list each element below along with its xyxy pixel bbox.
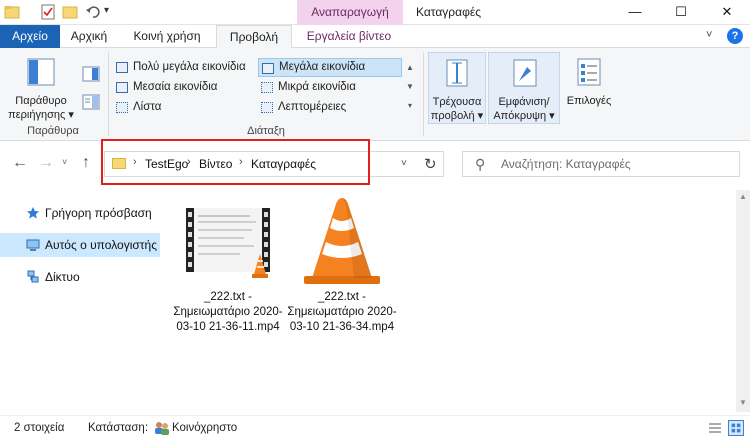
close-button[interactable]: ✕ bbox=[704, 0, 750, 25]
medium-icons-icon bbox=[116, 82, 128, 93]
layout-item-label: Μικρά εικονίδια bbox=[278, 81, 356, 93]
show-hide-label: Εμφάνιση/ Απόκρυψη ▾ bbox=[493, 96, 555, 122]
layout-small-icons[interactable]: Μικρά εικονίδια bbox=[258, 78, 402, 97]
ribbon: Παράθυρο περιήγησης ▾ Παράθυρα Πολύ μεγά… bbox=[0, 48, 750, 141]
scroll-down-icon[interactable]: ▼ bbox=[739, 398, 747, 407]
ribbon-collapse-icon[interactable]: ˅ bbox=[706, 29, 712, 41]
status-bar: 2 στοιχεία Κατάσταση: Κοινόχρηστο bbox=[0, 415, 750, 440]
annotation-highlight-box bbox=[101, 139, 370, 185]
vertical-scrollbar[interactable]: ▲ ▼ bbox=[736, 190, 750, 412]
folder-icon[interactable] bbox=[4, 4, 20, 20]
file-list: _222.txt - Σημειωματάριο 2020-03-10 21-3… bbox=[160, 190, 735, 412]
nav-item-label: Δίκτυο bbox=[45, 270, 80, 284]
navigation-pane: Γρήγορη πρόσβαση Αυτός ο υπολογιστής Δίκ… bbox=[0, 190, 160, 412]
nav-item-label: Αυτός ο υπολογιστής bbox=[45, 238, 157, 252]
refresh-icon[interactable]: ↻ bbox=[424, 155, 437, 173]
layout-item-label: Μεσαία εικονίδια bbox=[133, 81, 218, 93]
layout-gallery-scroll[interactable]: ▲ ▼ ▾ bbox=[403, 58, 417, 118]
navigation-pane-label: Παράθυρο περιήγησης ▾ bbox=[8, 95, 74, 121]
layout-large-icons[interactable]: Μεγάλα εικονίδια bbox=[258, 58, 402, 77]
nav-item-this-pc[interactable]: Αυτός ο υπολογιστής bbox=[0, 233, 160, 257]
tab-view[interactable]: Προβολή bbox=[216, 25, 292, 49]
ribbon-separator bbox=[423, 52, 424, 136]
layout-item-label: Λεπτομέρειες bbox=[278, 101, 347, 113]
search-placeholder: Αναζήτηση: Καταγραφές bbox=[501, 157, 631, 171]
tab-file[interactable]: Αρχείο bbox=[0, 25, 60, 48]
video-thumbnail-icon bbox=[186, 208, 270, 278]
layout-item-label: Μεγάλα εικονίδια bbox=[279, 61, 366, 73]
current-view-button[interactable]: Τρέχουσα προβολή ▾ bbox=[428, 52, 486, 124]
options-icon bbox=[577, 58, 601, 86]
ribbon-separator bbox=[108, 52, 109, 136]
group-label-panes: Παράθυρα bbox=[27, 125, 79, 137]
layout-gallery: Πολύ μεγάλα εικονίδια Μεγάλα εικονίδια Μ… bbox=[113, 58, 419, 118]
address-dropdown-icon[interactable]: ˅ bbox=[401, 158, 407, 169]
layout-item-label: Λίστα bbox=[133, 101, 162, 113]
details-icon bbox=[261, 102, 273, 113]
current-view-label: Τρέχουσα προβολή ▾ bbox=[430, 96, 484, 122]
state-label: Κατάσταση: bbox=[88, 422, 149, 434]
item-count: 2 στοιχεία bbox=[14, 422, 65, 434]
vlc-cone-icon bbox=[304, 198, 380, 284]
help-icon[interactable]: ? bbox=[727, 28, 743, 44]
star-icon bbox=[27, 207, 39, 219]
file-item[interactable]: _222.txt - Σημειωματάριο 2020-03-10 21-3… bbox=[286, 190, 398, 360]
nav-item-quick-access[interactable]: Γρήγορη πρόσβαση bbox=[0, 201, 160, 225]
scroll-down-icon[interactable]: ▼ bbox=[403, 77, 417, 96]
properties-icon[interactable] bbox=[40, 4, 56, 20]
back-button[interactable]: ← bbox=[12, 154, 28, 172]
file-item[interactable]: _222.txt - Σημειωματάριο 2020-03-10 21-3… bbox=[172, 190, 284, 360]
scroll-up-icon[interactable]: ▲ bbox=[403, 58, 417, 77]
new-folder-icon[interactable] bbox=[62, 4, 78, 20]
extra-large-icons-icon bbox=[116, 62, 128, 73]
search-box[interactable]: ⚲ Αναζήτηση: Καταγραφές bbox=[462, 151, 740, 177]
details-view-icon[interactable] bbox=[708, 422, 722, 434]
large-icons-icon bbox=[262, 63, 274, 74]
layout-medium-icons[interactable]: Μεσαία εικονίδια bbox=[113, 78, 257, 97]
nav-item-network[interactable]: Δίκτυο bbox=[0, 265, 160, 289]
layout-details[interactable]: Λεπτομέρειες bbox=[258, 98, 402, 117]
search-icon: ⚲ bbox=[475, 156, 486, 172]
window-title: Καταγραφές bbox=[416, 5, 481, 19]
forward-button[interactable]: → bbox=[38, 154, 54, 172]
show-hide-button[interactable]: Εμφάνιση/ Απόκρυψη ▾ bbox=[488, 52, 560, 124]
ribbon-tabs: Αρχείο Αρχική Κοινή χρήση Προβολή Εργαλε… bbox=[0, 25, 750, 49]
show-hide-icon bbox=[513, 59, 537, 87]
quick-access-dropdown-icon[interactable]: ▾ bbox=[104, 5, 109, 16]
group-label-layout: Διάταξη bbox=[247, 125, 285, 137]
computer-icon bbox=[26, 239, 40, 251]
list-icon bbox=[116, 102, 128, 113]
small-icons-icon bbox=[261, 82, 273, 93]
large-icons-view-icon[interactable] bbox=[728, 420, 744, 436]
shared-users-icon bbox=[155, 422, 169, 435]
file-name: _222.txt - Σημειωματάριο 2020-03-10 21-3… bbox=[287, 291, 397, 333]
nav-item-label: Γρήγορη πρόσβαση bbox=[45, 206, 152, 220]
layout-list[interactable]: Λίστα bbox=[113, 98, 257, 117]
state-value: Κοινόχρηστο bbox=[172, 422, 238, 434]
tab-home[interactable]: Αρχική bbox=[60, 25, 118, 48]
layout-item-label: Πολύ μεγάλα εικονίδια bbox=[133, 61, 246, 73]
tab-share[interactable]: Κοινή χρήση bbox=[118, 25, 216, 48]
contextual-tab-playback[interactable]: Αναπαραγωγή bbox=[297, 0, 403, 25]
navigation-pane-icon bbox=[27, 58, 55, 86]
details-pane-icon[interactable] bbox=[82, 94, 100, 110]
file-name: _222.txt - Σημειωματάριο 2020-03-10 21-3… bbox=[173, 291, 283, 333]
title-bar: ▾ Αναπαραγωγή Καταγραφές — ☐ ✕ bbox=[0, 0, 750, 25]
options-label: Επιλογές bbox=[566, 95, 612, 107]
up-button[interactable]: ↑ bbox=[82, 154, 90, 172]
options-button[interactable]: Επιλογές bbox=[562, 52, 616, 124]
maximize-button[interactable]: ☐ bbox=[658, 0, 704, 25]
minimize-button[interactable]: — bbox=[612, 0, 658, 25]
undo-icon[interactable] bbox=[85, 4, 101, 20]
network-icon bbox=[27, 270, 39, 283]
current-view-icon bbox=[446, 59, 468, 87]
preview-pane-icon[interactable] bbox=[82, 66, 100, 82]
gallery-expand-icon[interactable]: ▾ bbox=[403, 96, 417, 115]
navigation-pane-button[interactable]: Παράθυρο περιήγησης ▾ bbox=[6, 52, 76, 122]
recent-locations-icon[interactable]: ˅ bbox=[62, 157, 67, 167]
tab-video-tools[interactable]: Εργαλεία βίντεο bbox=[292, 25, 406, 48]
layout-extra-large-icons[interactable]: Πολύ μεγάλα εικονίδια bbox=[113, 58, 257, 77]
scroll-up-icon[interactable]: ▲ bbox=[739, 192, 747, 201]
